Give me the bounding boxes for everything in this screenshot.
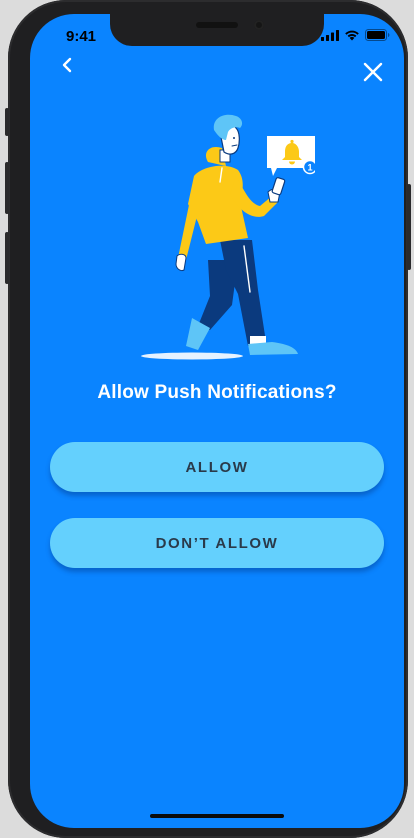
dont-allow-button[interactable]: DON’T ALLOW xyxy=(50,518,384,568)
home-indicator[interactable] xyxy=(150,814,284,818)
signal-icon xyxy=(321,29,339,41)
back-hand xyxy=(175,253,187,271)
battery-icon xyxy=(365,29,390,41)
close-button[interactable] xyxy=(362,61,384,83)
screen: 9:41 1 Allow Push Notifications? ALLOW D… xyxy=(30,14,404,828)
allow-button[interactable]: ALLOW xyxy=(50,442,384,492)
dialog-title: Allow Push Notifications? xyxy=(97,382,337,403)
close-icon xyxy=(363,62,383,82)
status-time: 9:41 xyxy=(66,28,97,45)
front-shoe xyxy=(248,342,298,355)
ground-shadow xyxy=(141,352,243,360)
notch xyxy=(110,14,324,46)
silent-switch xyxy=(5,108,9,136)
power-button xyxy=(407,184,411,270)
volume-down-button xyxy=(5,232,9,284)
status-icons xyxy=(321,29,390,41)
phone xyxy=(271,177,286,196)
notification-badge-count: 1 xyxy=(307,163,312,173)
volume-up-button xyxy=(5,162,9,214)
front-camera xyxy=(254,20,264,30)
back-button[interactable] xyxy=(58,54,78,76)
person-with-phone-notification-illustration: 1 xyxy=(141,114,315,360)
chevron-left-icon xyxy=(62,57,72,73)
notification-bubble: 1 xyxy=(267,136,315,176)
wifi-icon xyxy=(345,30,359,41)
phone-frame: 9:41 1 Allow Push Notifications? ALLOW D… xyxy=(5,0,411,838)
speaker-grille xyxy=(196,22,238,28)
